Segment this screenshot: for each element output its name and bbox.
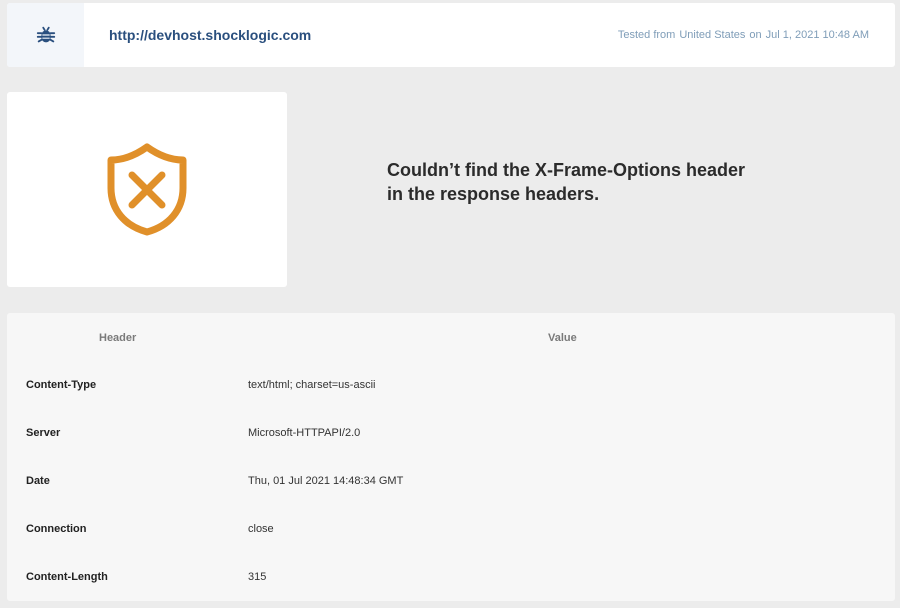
tested-url[interactable]: http://devhost.shocklogic.com <box>109 27 311 43</box>
test-info: Tested from United States on Jul 1, 2021… <box>618 29 869 41</box>
result-message: Couldn’t find the X-Frame-Options header… <box>387 158 787 206</box>
bug-icon <box>36 26 55 43</box>
table-row: Date Thu, 01 Jul 2021 14:48:34 GMT <box>7 457 895 505</box>
row-value: text/html; charset=us-ascii <box>248 379 376 391</box>
table-row: Content-Type text/html; charset=us-ascii <box>7 361 895 409</box>
headers-table: Header Value Content-Type text/html; cha… <box>7 313 895 601</box>
row-header: Content-Length <box>26 571 108 583</box>
tested-from-label: Tested from <box>617 29 676 41</box>
result-message-line2: in the response headers. <box>387 184 600 204</box>
row-value: 315 <box>248 571 267 583</box>
status-card <box>7 92 287 287</box>
row-header: Server <box>26 427 61 439</box>
shield-x-icon <box>107 143 187 235</box>
row-value: close <box>248 523 274 535</box>
table-header-row: Header Value <box>7 313 895 361</box>
tested-location: United States <box>679 29 746 41</box>
table-row: Connection close <box>7 505 895 553</box>
column-header: Header <box>99 332 137 344</box>
table-row: Server Microsoft-HTTPAPI/2.0 <box>7 409 895 457</box>
on-label: on <box>749 29 762 41</box>
row-value: Microsoft-HTTPAPI/2.0 <box>248 427 361 439</box>
row-value: Thu, 01 Jul 2021 14:48:34 GMT <box>248 475 404 487</box>
result-message-line1: Couldn’t find the X-Frame-Options header <box>387 160 746 180</box>
table-row: Content-Length 315 <box>7 553 895 601</box>
column-value: Value <box>548 332 577 344</box>
row-header: Connection <box>26 523 87 535</box>
row-header: Content-Type <box>26 379 97 391</box>
tested-time: Jul 1, 2021 10:48 AM <box>765 29 869 41</box>
top-bar: http://devhost.shocklogic.com Tested fro… <box>7 3 895 67</box>
scanner-logo <box>7 3 84 67</box>
row-header: Date <box>26 475 50 487</box>
